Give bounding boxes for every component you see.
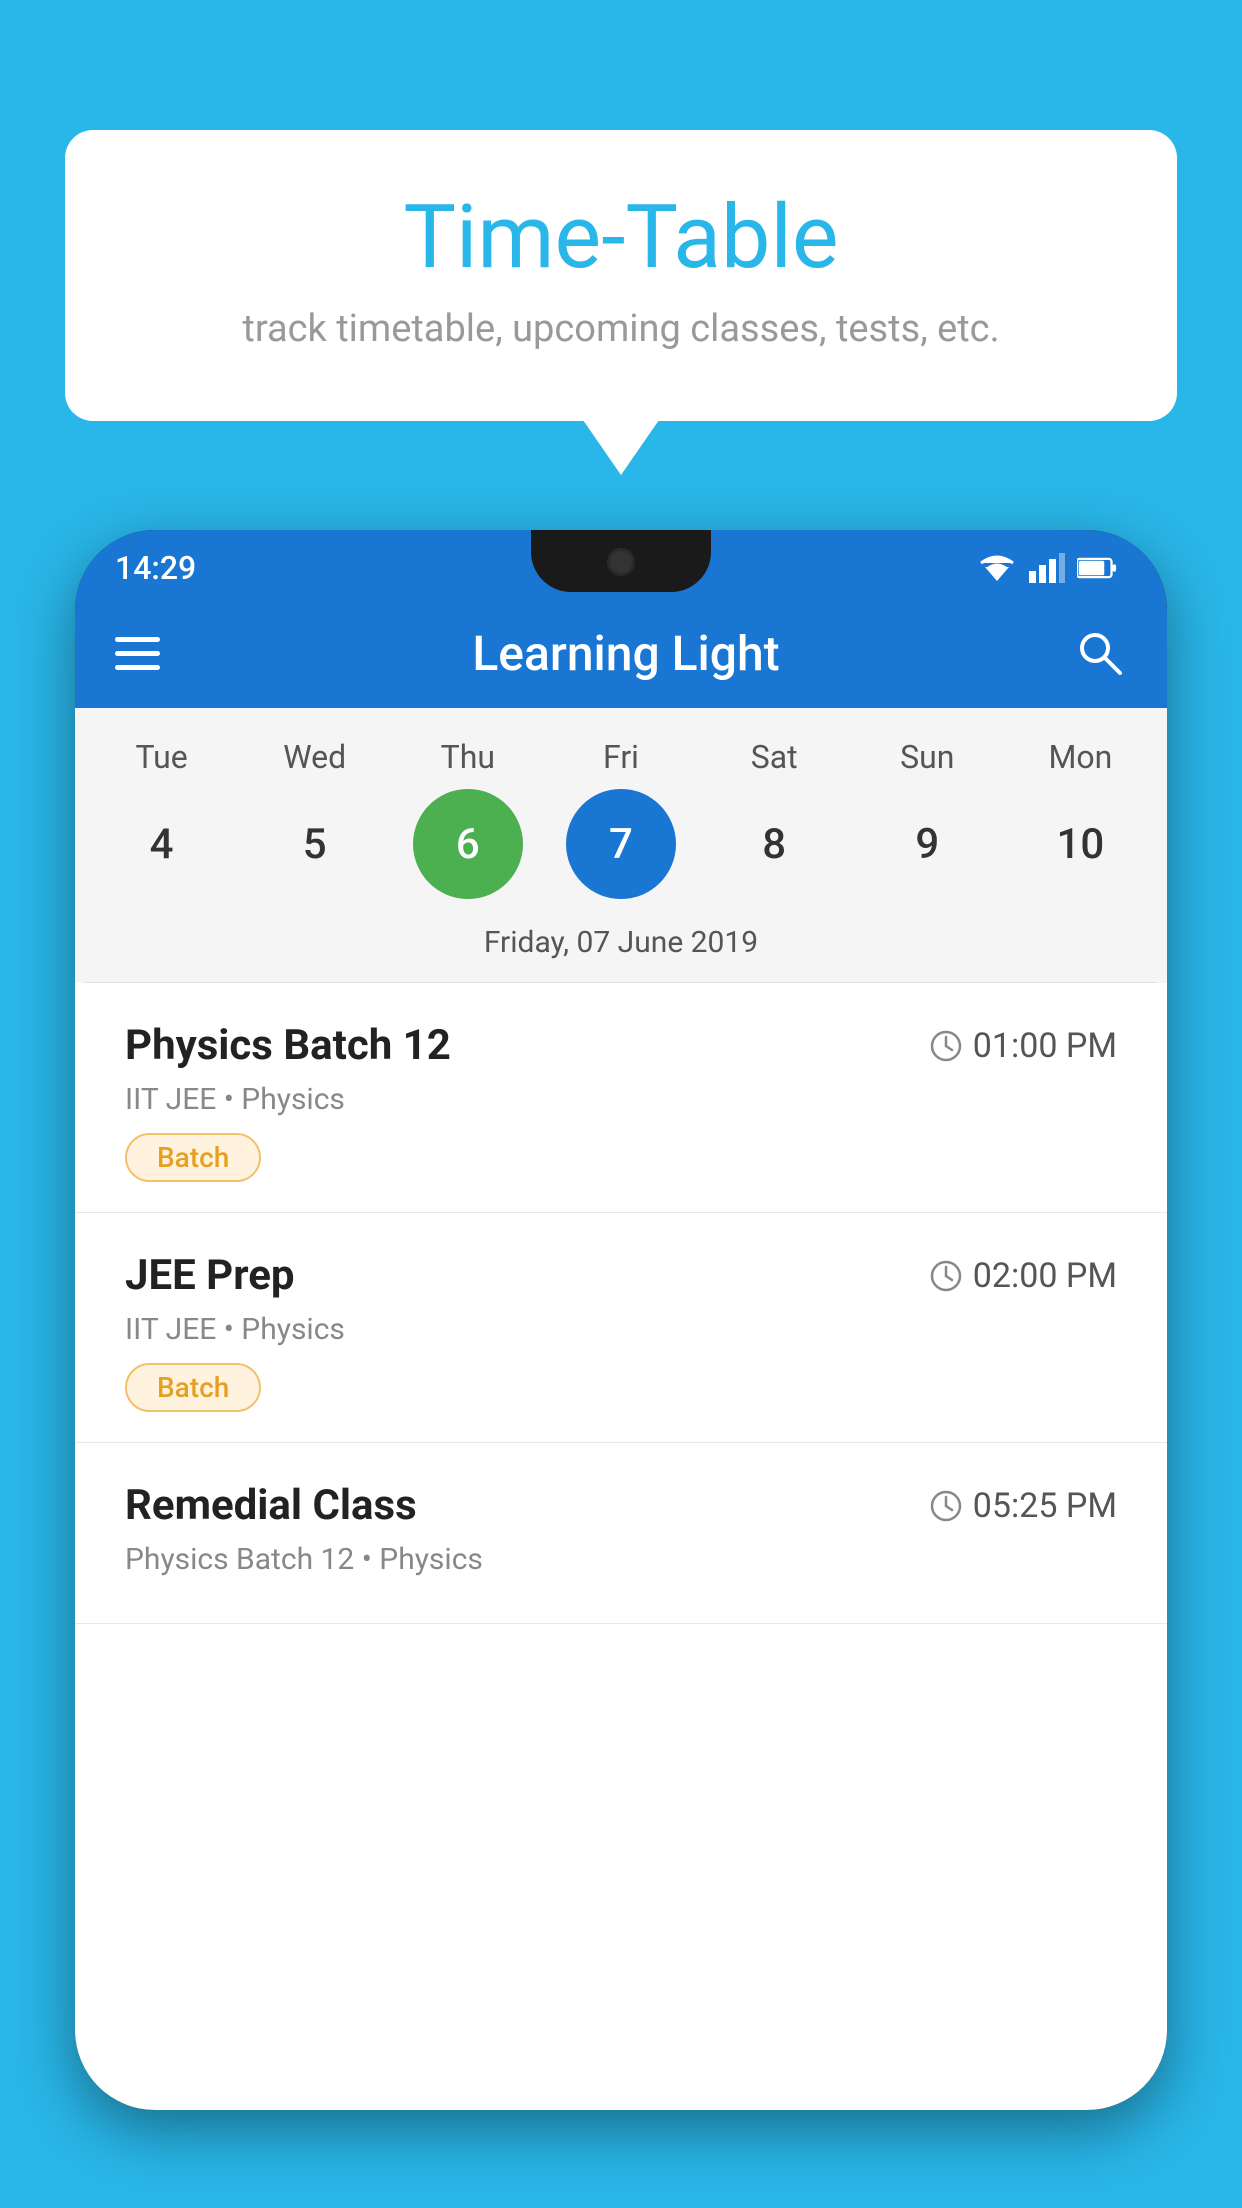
schedule-item-1-subtitle: IIT JEE • Physics (125, 1082, 1117, 1117)
status-icons (977, 553, 1117, 583)
app-title: Learning Light (210, 625, 1042, 682)
day-label-tue: Tue (102, 738, 222, 776)
schedule-item-2-badge: Batch (125, 1363, 261, 1412)
schedule-list: Physics Batch 12 01:00 PM IIT JEE • Phys… (75, 983, 1167, 2110)
day-headers: Tue Wed Thu Fri Sat Sun Mon (85, 728, 1157, 781)
schedule-item-3[interactable]: Remedial Class 05:25 PM Physics Batch 12… (75, 1443, 1167, 1624)
day-6-today[interactable]: 6 (413, 789, 523, 899)
schedule-item-2-header: JEE Prep 02:00 PM (125, 1251, 1117, 1300)
day-9[interactable]: 9 (872, 789, 982, 899)
calendar-strip: Tue Wed Thu Fri Sat Sun Mon 4 5 6 7 8 9 … (75, 708, 1167, 983)
schedule-item-1-time: 01:00 PM (929, 1026, 1117, 1066)
clock-icon-3 (929, 1489, 963, 1523)
schedule-item-3-header: Remedial Class 05:25 PM (125, 1481, 1117, 1530)
phone-notch (531, 530, 711, 592)
day-4[interactable]: 4 (107, 789, 217, 899)
phone-mockup: 14:29 (75, 530, 1167, 2208)
signal-icon (1029, 553, 1065, 583)
day-label-sat: Sat (714, 738, 834, 776)
app-bar: Learning Light (75, 598, 1167, 708)
schedule-item-2-subtitle: IIT JEE • Physics (125, 1312, 1117, 1347)
schedule-item-1-badge: Batch (125, 1133, 261, 1182)
schedule-item-2[interactable]: JEE Prep 02:00 PM IIT JEE • Physics Batc… (75, 1213, 1167, 1443)
day-numbers: 4 5 6 7 8 9 10 (85, 781, 1157, 915)
day-label-sun: Sun (867, 738, 987, 776)
bubble-subtitle: track timetable, upcoming classes, tests… (145, 307, 1097, 351)
bubble-title: Time-Table (145, 190, 1097, 287)
schedule-item-2-title: JEE Prep (125, 1251, 295, 1300)
day-label-wed: Wed (255, 738, 375, 776)
status-time: 14:29 (115, 549, 196, 587)
day-10[interactable]: 10 (1025, 789, 1135, 899)
schedule-item-3-time: 05:25 PM (929, 1486, 1117, 1526)
day-7-selected[interactable]: 7 (566, 789, 676, 899)
battery-icon (1077, 556, 1117, 580)
search-icon (1075, 628, 1125, 678)
day-8[interactable]: 8 (719, 789, 829, 899)
speech-bubble-section: Time-Table track timetable, upcoming cla… (65, 130, 1177, 421)
day-5[interactable]: 5 (260, 789, 370, 899)
day-label-thu: Thu (408, 738, 528, 776)
menu-button[interactable] (115, 637, 160, 670)
clock-icon-1 (929, 1029, 963, 1063)
schedule-item-1-header: Physics Batch 12 01:00 PM (125, 1021, 1117, 1070)
schedule-item-2-time: 02:00 PM (929, 1256, 1117, 1296)
clock-icon-2 (929, 1259, 963, 1293)
schedule-item-3-title: Remedial Class (125, 1481, 417, 1530)
schedule-item-1[interactable]: Physics Batch 12 01:00 PM IIT JEE • Phys… (75, 983, 1167, 1213)
day-label-mon: Mon (1020, 738, 1140, 776)
wifi-icon (977, 553, 1017, 583)
phone-frame: 14:29 (75, 530, 1167, 2110)
schedule-item-3-subtitle: Physics Batch 12 • Physics (125, 1542, 1117, 1577)
speech-bubble: Time-Table track timetable, upcoming cla… (65, 130, 1177, 421)
day-label-fri: Fri (561, 738, 681, 776)
selected-date-label: Friday, 07 June 2019 (85, 915, 1157, 983)
search-button[interactable] (1072, 626, 1127, 681)
camera (607, 548, 635, 576)
schedule-item-1-title: Physics Batch 12 (125, 1021, 451, 1070)
screen: 14:29 (75, 530, 1167, 2110)
